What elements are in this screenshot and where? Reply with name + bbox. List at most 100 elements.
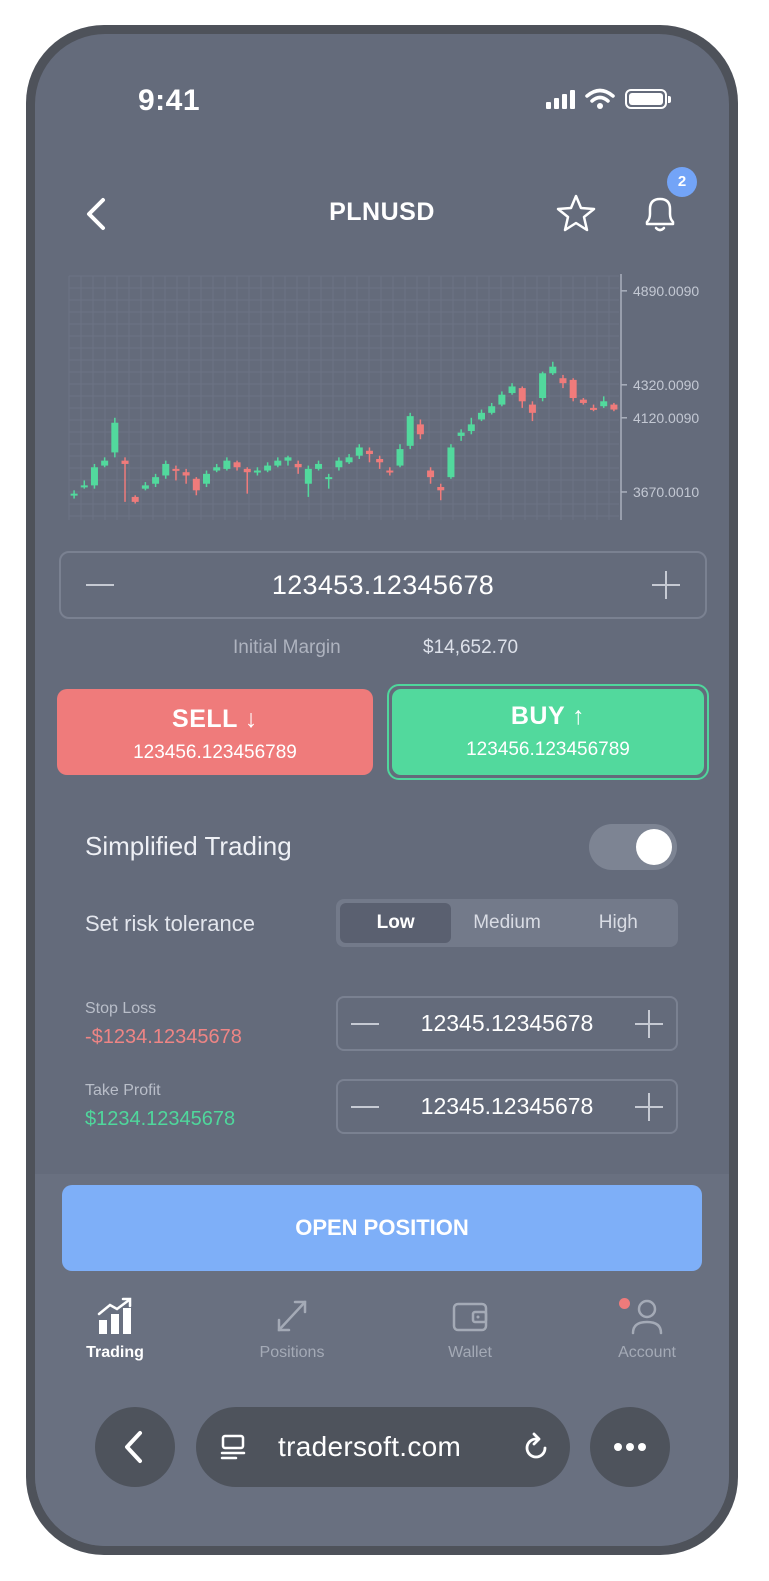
candle-up [162,460,170,479]
amount-value[interactable]: 123453.12345678 [272,570,494,601]
stop-loss-value[interactable]: 12345.12345678 [421,1010,594,1037]
candle-down [376,455,384,469]
initial-margin-label: Initial Margin [233,637,341,658]
wifi-icon [585,88,615,109]
chevron-left-icon [125,1431,142,1463]
tab-wallet[interactable]: Wallet [410,1296,530,1362]
candlestick-chart[interactable]: 4890.0090 4320.0090 4120.0090 3670.0010 [59,272,719,522]
risk-option-medium[interactable]: Medium [451,903,562,943]
status-time: 9:41 [138,84,201,117]
candle-up [101,457,109,468]
tab-account-label: Account [618,1344,676,1361]
candle-up [90,463,98,489]
candle-down [579,398,587,405]
bell-icon [645,197,675,232]
candle-up [498,391,506,407]
tab-account[interactable]: Account [587,1296,707,1362]
candle-up [457,429,465,441]
candle-down [569,378,577,402]
tab-trading-label: Trading [86,1344,144,1361]
candle-up [141,482,149,491]
reload-icon[interactable] [520,1431,552,1463]
more-dots-icon [614,1443,646,1451]
open-position-button[interactable]: OPEN POSITION [62,1185,702,1271]
y-tick-label: 3670.0010 [633,484,699,500]
take-profit-amount: $1234.12345678 [85,1108,236,1130]
y-tick-label: 4320.0090 [633,377,699,393]
candle-up [274,457,282,468]
candle-up [213,463,221,473]
take-profit-value[interactable]: 12345.12345678 [421,1093,594,1120]
risk-option-low[interactable]: Low [340,903,452,943]
user-icon [631,1299,663,1335]
phone-frame: 9:41 PLNUSD 2 4890.0090 4320.0090 4120.009… [26,25,738,1555]
candle-up [111,417,119,458]
buy-label: BUY ↑ [510,702,586,730]
signal-icon [546,89,575,109]
candle-down [192,477,200,496]
candle-down [610,402,618,412]
url-bar[interactable]: tradersoft.com [196,1407,570,1487]
chart-growth-icon [97,1297,132,1334]
take-profit-stepper[interactable]: 12345.12345678 [336,1079,678,1134]
candle-up [264,462,272,473]
browser-back-button[interactable] [95,1407,175,1487]
candle-up [549,361,557,375]
candle-up [600,396,608,408]
risk-tolerance-selector: Low Medium High [336,899,678,947]
candle-down [365,447,373,463]
simplified-trading-label: Simplified Trading [85,831,292,861]
candle-up [335,457,343,471]
sell-price: 123456.123456789 [133,742,297,763]
risk-option-high[interactable]: High [563,903,674,943]
candle-up [539,371,547,402]
candle-up [223,457,231,471]
candle-down [590,404,598,412]
risk-tolerance-label: Set risk tolerance [85,911,255,936]
page-menu-icon [220,1434,246,1460]
simplified-trading-toggle[interactable] [589,824,677,870]
toggle-knob [636,829,672,865]
take-profit-decrease-button[interactable] [348,1090,382,1124]
buy-price: 123456.123456789 [466,739,630,760]
tab-trading[interactable]: Trading [55,1296,175,1362]
stop-loss-increase-button[interactable] [632,1007,666,1041]
candle-down [528,401,536,422]
candle-up [284,455,292,466]
chart-grid [68,275,619,520]
sell-button[interactable]: SELL ↓ 123456.123456789 [57,689,373,775]
stop-loss-decrease-button[interactable] [348,1007,382,1041]
arrows-exchange-icon [277,1300,307,1332]
wallet-icon [452,1302,488,1332]
stop-loss-stepper[interactable]: 12345.12345678 [336,996,678,1051]
page-title: PLNUSD [329,198,435,226]
amount-increase-button[interactable] [649,568,683,602]
candle-down [131,495,139,504]
buy-button[interactable]: BUY ↑ 123456.123456789 [387,684,709,780]
favorite-button[interactable] [555,192,597,234]
candle-up [406,412,414,450]
notifications-button[interactable] [639,192,681,236]
candle-down [427,467,435,484]
url-text: tradersoft.com [278,1431,462,1462]
candle-down [416,419,424,440]
account-notification-dot [619,1298,630,1309]
candle-up [80,480,88,489]
battery-icon [625,89,671,109]
sell-label: SELL ↓ [172,705,258,733]
browser-more-button[interactable] [590,1407,670,1487]
candle-up [508,383,516,395]
candle-up [478,409,485,422]
candle-up [396,444,404,468]
y-tick-label: 4890.0090 [633,283,699,299]
star-icon [556,194,596,232]
tab-positions-label: Positions [259,1344,325,1361]
take-profit-increase-button[interactable] [632,1090,666,1124]
tab-positions[interactable]: Positions [232,1296,352,1362]
initial-margin-value: $14,652.70 [423,637,519,658]
candle-up [203,470,210,488]
amount-decrease-button[interactable] [83,568,117,602]
amount-stepper[interactable]: 123453.12345678 [59,551,707,619]
tab-wallet-label: Wallet [448,1344,492,1361]
candle-up [325,473,333,489]
